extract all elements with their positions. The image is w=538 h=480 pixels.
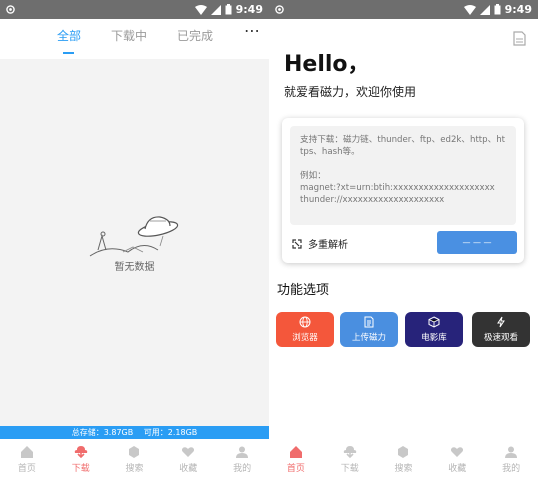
section-title: 功能选项 (277, 283, 330, 298)
nav-label: 我的 (502, 464, 521, 474)
nav-home[interactable]: 首页 (269, 439, 323, 480)
empty-state-text: 暂无数据 (114, 262, 155, 273)
status-bar: 9:49 (0, 0, 269, 19)
welcome-text: 就爱看磁力，欢迎你使用 (284, 85, 417, 99)
signal-icon (479, 4, 490, 15)
nav-label: 首页 (17, 464, 36, 474)
heart-icon (451, 447, 464, 457)
tab-underline (63, 52, 74, 54)
notification-icon (6, 5, 15, 14)
download-tabs: 全部 下载中 已完成 ⋯ (0, 19, 269, 59)
nav-label: 收藏 (448, 464, 467, 474)
movie-library-button[interactable]: 电影库 (405, 312, 463, 347)
upload-doc-icon (364, 316, 374, 328)
nav-profile[interactable]: 我的 (484, 439, 538, 480)
download-icon (74, 446, 87, 459)
nav-search[interactable]: 搜索 (377, 439, 431, 480)
function-label: 电影库 (421, 333, 447, 343)
nav-label: 搜索 (394, 464, 413, 474)
link-input[interactable]: 支持下载：磁力链、thunder、ftp、ed2k、http、https、has… (290, 126, 516, 225)
fast-watch-button[interactable]: 极速观看 (472, 312, 530, 347)
link-input-card: 支持下载：磁力链、thunder、ftp、ed2k、http、https、has… (282, 118, 524, 263)
nav-label: 下载 (340, 464, 359, 474)
globe-icon (299, 316, 311, 328)
expand-icon (292, 238, 302, 249)
wifi-icon (194, 4, 207, 15)
user-icon (236, 446, 249, 458)
multi-parse-label: 多重解析 (308, 240, 348, 251)
battery-icon (225, 4, 232, 15)
nav-label: 下载 (71, 464, 90, 474)
heart-icon (182, 447, 195, 457)
browser-button[interactable]: 浏览器 (276, 312, 334, 347)
empty-illustration-icon (89, 216, 179, 257)
multi-parse-toggle[interactable]: 多重解析 (292, 236, 348, 251)
parse-button[interactable]: — — — (437, 231, 517, 254)
user-icon (505, 446, 518, 458)
nav-label: 我的 (233, 464, 252, 474)
notification-icon (275, 5, 284, 14)
function-label: 极速观看 (483, 333, 518, 343)
nav-download[interactable]: 下载 (54, 439, 108, 480)
nav-label: 搜索 (125, 464, 144, 474)
lightning-icon (497, 316, 505, 328)
tab-completed[interactable]: 已完成 (177, 27, 213, 44)
more-menu-icon[interactable]: ⋯ (244, 21, 261, 40)
nav-home[interactable]: 首页 (0, 439, 54, 480)
bottom-nav: 首页 下载 搜索 收藏 我的 (269, 439, 538, 480)
nav-label: 首页 (286, 464, 305, 474)
battery-icon (494, 4, 501, 15)
storage-total: 总存储：3.87GB (71, 428, 134, 437)
storage-bar: 总存储：3.87GB 可用：2.18GB (0, 426, 269, 439)
tab-all[interactable]: 全部 (57, 27, 81, 44)
nav-profile[interactable]: 我的 (215, 439, 269, 480)
nav-search[interactable]: 搜索 (108, 439, 162, 480)
search-icon (398, 446, 409, 458)
download-icon (343, 446, 356, 459)
search-icon (129, 446, 140, 458)
wifi-icon (463, 4, 476, 15)
box-icon (428, 316, 440, 328)
signal-icon (210, 4, 221, 15)
home-icon (289, 446, 302, 458)
nav-label: 收藏 (179, 464, 198, 474)
status-bar: 9:49 (269, 0, 538, 19)
nav-favorites[interactable]: 收藏 (161, 439, 215, 480)
function-label: 浏览器 (292, 333, 318, 343)
upload-magnet-button[interactable]: 上传磁力 (340, 312, 398, 347)
status-time: 9:49 (235, 3, 263, 16)
bottom-nav: 首页 下载 搜索 收藏 我的 (0, 439, 269, 480)
nav-favorites[interactable]: 收藏 (430, 439, 484, 480)
status-time: 9:49 (504, 3, 532, 16)
home-screen: 9:49 Hello， 就爱看磁力，欢迎你使用 支持下载：磁力链、thunder… (269, 0, 538, 480)
storage-available: 可用：2.18GB (143, 428, 198, 437)
downloads-screen: 9:49 全部 下载中 已完成 ⋯ 暂无数据 总存储：3.87GB 可用：2.1… (0, 0, 269, 480)
download-list (0, 59, 269, 426)
nav-download[interactable]: 下载 (323, 439, 377, 480)
tab-downloading[interactable]: 下载中 (111, 27, 147, 44)
home-icon (20, 446, 33, 458)
hello-heading: Hello， (284, 52, 370, 77)
function-label: 上传磁力 (351, 333, 386, 343)
clipboard-icon[interactable] (513, 31, 526, 46)
